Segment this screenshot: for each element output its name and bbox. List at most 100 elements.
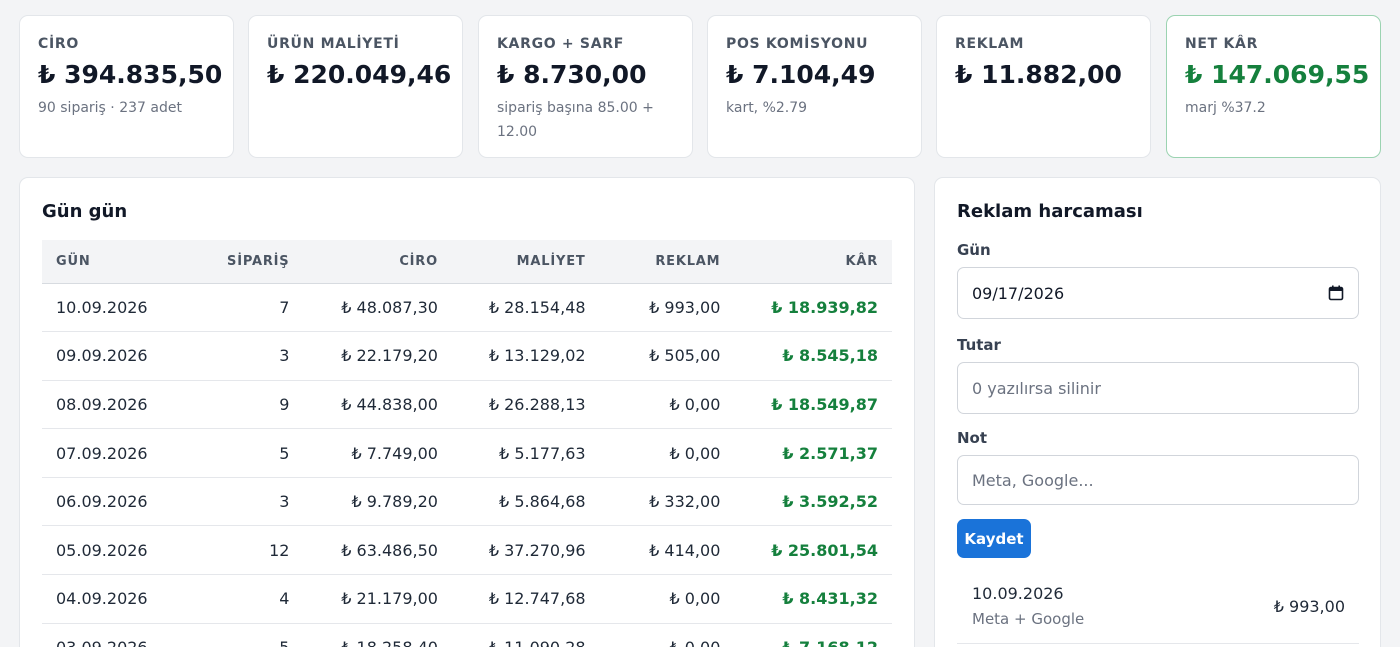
cell-siparis: 5 <box>161 428 304 478</box>
kpi-value: ₺ 11.882,00 <box>955 60 1122 89</box>
kpi-card-urun-maliyeti: ÜRÜN MALİYETİ ₺ 220.049,46 <box>248 15 463 158</box>
date-field[interactable] <box>957 267 1359 319</box>
table-row: 10.09.2026 7 ₺ 48.087,30 ₺ 28.154,48 ₺ 993,0… <box>42 283 892 333</box>
kpi-sub: sipariş başına 85.00 + 12.00 <box>497 100 654 140</box>
ad-spend-panel: Reklam harcaması Gün Tutar Not Kaydet 10… <box>934 177 1381 647</box>
kpi-card-pos-komisyonu: POS KOMİSYONU ₺ 7.104,49 kart, %2.79 <box>707 15 922 158</box>
col-header-siparis: SİPARİŞ <box>161 240 304 284</box>
table-row: 05.09.2026 12 ₺ 63.486,50 ₺ 37.270,96 ₺ 414,… <box>42 525 892 576</box>
kpi-value: ₺ 220.049,46 <box>267 60 452 89</box>
kpi-card-ciro: CİRO ₺ 394.835,50 90 sipariş · 237 adet <box>19 15 234 158</box>
cell-gun: 10.09.2026 <box>42 283 162 333</box>
cell-ciro: ₺ 9.789,20 <box>303 477 452 527</box>
cell-kar: ₺ 8.431,32 <box>734 574 892 624</box>
cell-siparis: 4 <box>161 574 304 624</box>
cell-siparis: 3 <box>161 477 304 527</box>
cell-maliyet: ₺ 5.864,68 <box>451 477 600 527</box>
kpi-sub: 90 sipariş · 237 adet <box>38 100 182 116</box>
ad-entry-amount: ₺ 993,00 <box>1273 597 1345 616</box>
cell-reklam: ₺ 0,00 <box>599 428 735 478</box>
cell-maliyet: ₺ 11.090,28 <box>451 623 600 647</box>
col-header-ciro: CİRO <box>303 240 452 284</box>
calendar-icon[interactable] <box>1328 285 1344 301</box>
table-row: 07.09.2026 5 ₺ 7.749,00 ₺ 5.177,63 ₺ 0,00 ₺ 2… <box>42 428 892 478</box>
table-row: 08.09.2026 9 ₺ 44.838,00 ₺ 26.288,13 ₺ 0,00 ₺… <box>42 380 892 430</box>
kpi-row: CİRO ₺ 394.835,50 90 sipariş · 237 adet … <box>19 15 1381 158</box>
cell-ciro: ₺ 48.087,30 <box>303 283 452 333</box>
cell-maliyet: ₺ 12.747,68 <box>451 574 600 624</box>
ad-entry-date: 10.09.2026 <box>972 584 1064 603</box>
ad-entry-note: Meta + Google <box>972 610 1085 628</box>
cell-ciro: ₺ 18.258,40 <box>303 623 452 647</box>
cell-kar: ₺ 18.549,87 <box>734 380 892 430</box>
amount-input[interactable] <box>972 378 1344 398</box>
cell-reklam: ₺ 0,00 <box>599 380 735 430</box>
ad-spend-title: Reklam harcaması <box>957 201 1143 222</box>
cell-maliyet: ₺ 13.129,02 <box>451 331 600 381</box>
cell-gun: 05.09.2026 <box>42 525 162 576</box>
cell-reklam: ₺ 0,00 <box>599 623 735 647</box>
kpi-value: ₺ 8.730,00 <box>497 60 647 89</box>
save-button[interactable]: Kaydet <box>957 519 1031 558</box>
date-label: Gün <box>957 241 991 259</box>
kpi-card-net-kar: NET KÂR ₺ 147.069,55 marj %37.2 <box>1166 15 1381 158</box>
kpi-label: CİRO <box>38 36 79 52</box>
col-header-maliyet: MALİYET <box>451 240 600 284</box>
cell-reklam: ₺ 505,00 <box>599 331 735 381</box>
daily-panel: Gün gün GÜN SİPARİŞ CİRO MALİYET REKLAM … <box>19 177 915 647</box>
cell-siparis: 9 <box>161 380 304 430</box>
kpi-value: ₺ 7.104,49 <box>726 60 876 89</box>
cell-reklam: ₺ 332,00 <box>599 477 735 527</box>
cell-gun: 08.09.2026 <box>42 380 162 430</box>
note-field[interactable] <box>957 455 1359 505</box>
kpi-sub: marj %37.2 <box>1185 100 1266 116</box>
kpi-label: KARGO + SARF <box>497 36 624 52</box>
cell-kar: ₺ 2.571,37 <box>734 428 892 478</box>
cell-siparis: 12 <box>161 525 304 576</box>
date-input[interactable] <box>972 283 1328 303</box>
cell-gun: 07.09.2026 <box>42 428 162 478</box>
cell-reklam: ₺ 414,00 <box>599 525 735 576</box>
cell-kar: ₺ 8.545,18 <box>734 331 892 381</box>
cell-maliyet: ₺ 28.154,48 <box>451 283 600 333</box>
cell-ciro: ₺ 44.838,00 <box>303 380 452 430</box>
cell-maliyet: ₺ 5.177,63 <box>451 428 600 478</box>
kpi-sub: kart, %2.79 <box>726 100 808 116</box>
cell-gun: 09.09.2026 <box>42 331 162 381</box>
kpi-label: ÜRÜN MALİYETİ <box>267 36 400 52</box>
cell-reklam: ₺ 993,00 <box>599 283 735 333</box>
cell-ciro: ₺ 7.749,00 <box>303 428 452 478</box>
kpi-card-kargo-sarf: KARGO + SARF ₺ 8.730,00 sipariş başına 8… <box>478 15 693 158</box>
cell-reklam: ₺ 0,00 <box>599 574 735 624</box>
note-input[interactable] <box>972 470 1344 490</box>
cell-kar: ₺ 18.939,82 <box>734 283 892 333</box>
ad-entry-item: 10.09.2026 Meta + Google ₺ 993,00 <box>957 574 1359 644</box>
table-row: 04.09.2026 4 ₺ 21.179,00 ₺ 12.747,68 ₺ 0,00 ₺… <box>42 574 892 624</box>
kpi-label: POS KOMİSYONU <box>726 36 869 52</box>
cell-gun: 04.09.2026 <box>42 574 162 624</box>
cell-gun: 03.09.2026 <box>42 623 162 647</box>
table-header-row: GÜN SİPARİŞ CİRO MALİYET REKLAM KÂR <box>42 240 892 284</box>
cell-ciro: ₺ 21.179,00 <box>303 574 452 624</box>
table-row: 09.09.2026 3 ₺ 22.179,20 ₺ 13.129,02 ₺ 505,0… <box>42 331 892 381</box>
cell-siparis: 5 <box>161 623 304 647</box>
col-header-kar: KÂR <box>734 240 892 284</box>
amount-field[interactable] <box>957 362 1359 414</box>
col-header-gun: GÜN <box>42 240 162 284</box>
cell-gun: 06.09.2026 <box>42 477 162 527</box>
col-header-reklam: REKLAM <box>599 240 735 284</box>
cell-ciro: ₺ 63.486,50 <box>303 525 452 576</box>
cell-ciro: ₺ 22.179,20 <box>303 331 452 381</box>
cell-siparis: 7 <box>161 283 304 333</box>
cell-kar: ₺ 3.592,52 <box>734 477 892 527</box>
cell-kar: ₺ 25.801,54 <box>734 525 892 576</box>
kpi-label: REKLAM <box>955 36 1025 52</box>
daily-title: Gün gün <box>42 201 128 222</box>
kpi-card-reklam: REKLAM ₺ 11.882,00 <box>936 15 1151 158</box>
table-row: 03.09.20265₺ 18.258,40₺ 11.090,28₺ 0,00₺… <box>42 623 892 647</box>
table-row: 06.09.2026 3 ₺ 9.789,20 ₺ 5.864,68 ₺ 332,00 ₺… <box>42 477 892 527</box>
amount-label: Tutar <box>957 336 1001 354</box>
note-label: Not <box>957 429 988 447</box>
daily-table: GÜN SİPARİŞ CİRO MALİYET REKLAM KÂR 10.0… <box>42 240 892 647</box>
kpi-value: ₺ 394.835,50 <box>38 60 223 89</box>
